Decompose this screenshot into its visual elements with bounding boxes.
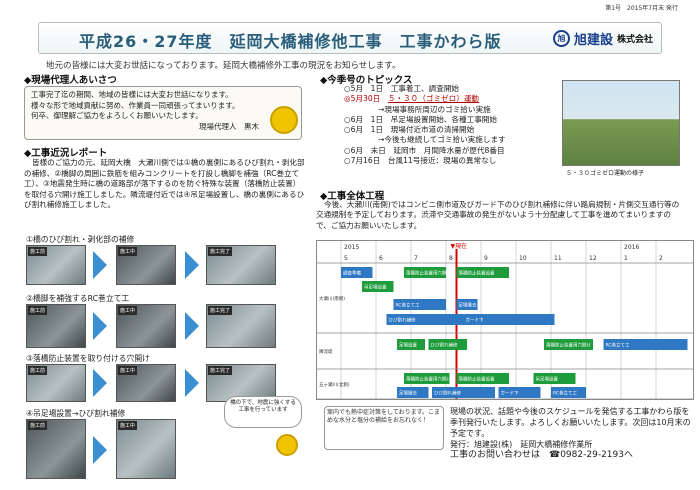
schedule-gantt: 5 6 7 8 9 10 11 12 1 22015 2016▼現在大瀬川(南側)隣流堤五ヶ瀬川(北… — [317, 241, 693, 400]
topic-row: ○6月 1日 吊足場設置開始、各種工事開始 — [344, 114, 497, 124]
task-label: 落橋防止装置用穴開け — [406, 376, 451, 383]
report-heading: ◆工事近況レポート — [24, 148, 108, 159]
topic-row: ○6月 1日 現場付近市道の清掃開始 — [344, 125, 475, 135]
arrow-icon — [185, 251, 199, 279]
month-label: 2 — [659, 255, 663, 262]
topic-row: →今後も継続してゴミ拾い実施します — [378, 135, 506, 145]
schedule-chart: 5 6 7 8 9 10 11 12 1 2 2015 2016 ▼現在 大瀬川(南側) 隣流堤 五ヶ瀬川(北… — [316, 240, 694, 400]
company-logo: 旭 旭建設 株式会社 — [552, 29, 653, 48]
topic-row: ○7月16日 台風11号接近：現場の異常なし — [344, 156, 497, 166]
task-label: 調査準備 — [343, 270, 361, 277]
greeting-heading: ◆現場代理人あいさつ — [24, 75, 117, 86]
task-label: ひび割れ補修 — [431, 342, 458, 349]
photo-before: 施工前 — [26, 304, 86, 348]
task-label: ひび割れ補修 — [434, 390, 461, 397]
task-label: 足場撤去 — [459, 302, 477, 309]
task-label: 足場設置 — [399, 342, 417, 349]
intro-text: 地元の皆様には大変お世話になっております。延岡大橋補修外工事の現況をお知らせしま… — [46, 61, 401, 71]
task-label: 足場撤去 — [399, 390, 417, 397]
arrow-icon — [93, 251, 107, 279]
plan-body: 今後、大瀬川(南側)ではコンビニ側市道及びガード下のひび割れ補修に伴い路肩規制・… — [316, 200, 680, 230]
cleanup-photo — [562, 80, 680, 166]
arrow-icon — [93, 436, 107, 464]
row-label: 隣流堤 — [319, 348, 333, 355]
photo-before: 施工前 — [26, 364, 86, 402]
photo-after: 施工完了 — [206, 304, 276, 348]
title-banner: 平成26・27年度 延岡大橋補修他工事 工事かわら版 旭 旭建設 株式会社 — [38, 22, 662, 54]
greeting-box: 工事完了迄の期間、地域の皆様には大変お世話になります。 様々な形で地域貢献に努め… — [24, 86, 302, 140]
photo-caption-1: ①橋のひび割れ・剥化部の補修 — [26, 235, 135, 244]
hardhat-worker-icon — [270, 106, 298, 134]
greeting-signature: 現場代理人 黒木 — [199, 121, 259, 131]
photo-before: 施工前 — [26, 245, 86, 285]
photo-after: 施工完了 — [206, 245, 276, 285]
task-label: 吊足場設置 — [364, 284, 387, 291]
arrow-icon — [185, 369, 199, 397]
task-label: RC巻立て工 — [553, 390, 578, 397]
footer-contact: 工事のお問い合わせは ☎0982-29-2193へ — [450, 450, 633, 460]
worker-mascot-icon — [276, 434, 298, 456]
task-label: 落橋防止装置設置 — [459, 376, 495, 383]
topic-row: ○6月 末日 延岡市 月間降水量が歴代8番目 — [344, 145, 505, 155]
task-label: ひび割れ補修 — [389, 317, 416, 324]
arrow-icon — [93, 369, 107, 397]
photo-caption-2: ②橋脚を補強するRC巻立て工 — [26, 294, 130, 303]
photo-during: 施工中 — [116, 419, 176, 479]
topic-row: ◎5月30日 ５・３０（ゴミゼロ）運動 — [344, 94, 480, 104]
row-label: 五ヶ瀬川(北側) — [319, 381, 350, 388]
photo-during: 施工中 — [116, 364, 176, 402]
year-label: 2015 — [344, 244, 359, 251]
year-label: 2016 — [624, 244, 639, 251]
newsletter-title: 平成26・27年度 延岡大橋補修他工事 工事かわら版 — [79, 32, 502, 51]
task-label: 落橋防止装置用穴開け — [406, 270, 451, 277]
month-label: 12 — [589, 255, 597, 262]
month-label: 1 — [624, 255, 628, 262]
cleanup-caption: ５・３０ゴミゼロ運動の様子 — [566, 170, 645, 177]
task-label: 吊足場設置 — [536, 376, 559, 383]
month-label: 7 — [414, 255, 418, 262]
footer-publisher: 発行：旭建設(株) 延岡大橋補修作業所 — [450, 440, 593, 449]
today-label: ▼現在 — [451, 242, 468, 250]
greeting-line: 様々な形で地域貢献に努め、作業員一同頑張ってまいります。 — [31, 100, 240, 110]
month-label: 10 — [519, 255, 527, 262]
row-label: 大瀬川(南側) — [319, 295, 345, 302]
month-label: 9 — [484, 255, 488, 262]
arrow-icon — [185, 312, 199, 340]
logo-mark-icon: 旭 — [552, 30, 570, 47]
month-label: 8 — [449, 255, 453, 262]
topic-row: →現場事務所周辺のゴミ拾い実施 — [378, 104, 491, 114]
speech-bubble: 橋の下で、地震に強くする工事を行っています — [224, 396, 302, 428]
greeting-line: 何卒、御理解ご協力をよろしくお願いいたします。 — [31, 111, 203, 120]
task-label: 落橋防止装置用穴開け — [546, 342, 591, 349]
topics-list: ○5月 1日 工事着工、調査開始 ◎5月30日 ５・３０（ゴミゼロ）運動 →現場… — [344, 84, 558, 166]
month-label: 11 — [554, 255, 562, 262]
task-label: ガード下 — [466, 317, 484, 324]
photo-before: 施工前 — [26, 419, 86, 479]
photo-during: 施工中 — [116, 304, 176, 348]
company-name: 旭建設 — [573, 33, 613, 48]
task-label: 落橋防止装置設置 — [459, 270, 495, 277]
photo-caption-3: ③落橋防止装置を取り付ける穴開け — [26, 354, 150, 363]
footer-block: 現場の状況、話題や今後のスケジュールを発信する工事かわら版を季刊発行いたします。… — [450, 406, 694, 461]
greeting-line: 工事完了迄の期間、地域の皆様には大変お世話になります。 — [31, 90, 233, 99]
photo-caption-4: ④吊足場設置→ひび割れ補修 — [26, 409, 126, 418]
heat-notice: 案内でも熱中症対策をしております。こまめな水分と塩分の補給をお忘れなく！ — [324, 406, 444, 450]
task-label: RC巻立て工 — [396, 302, 421, 309]
topic-row: ○5月 1日 工事着工、調査開始 — [344, 84, 460, 93]
task-label: ガード下 — [501, 390, 519, 397]
footer-message: 現場の状況、話題や今後のスケジュールを発信する工事かわら版を季刊発行いたします。… — [450, 407, 691, 438]
task-label: RC巻立て工 — [606, 342, 631, 349]
arrow-icon — [93, 312, 107, 340]
company-suffix: 株式会社 — [616, 35, 653, 45]
issue-info: 第1号 2015年7月末 発行 — [605, 5, 678, 12]
month-label: 6 — [379, 255, 383, 262]
month-label: 5 — [344, 255, 348, 262]
report-body: 皆様のご協力の元、延岡大橋 大瀬川側では①橋の裏側にあるひび割れ・剥化部の補修、… — [24, 158, 305, 209]
photo-during: 施工中 — [116, 245, 176, 285]
